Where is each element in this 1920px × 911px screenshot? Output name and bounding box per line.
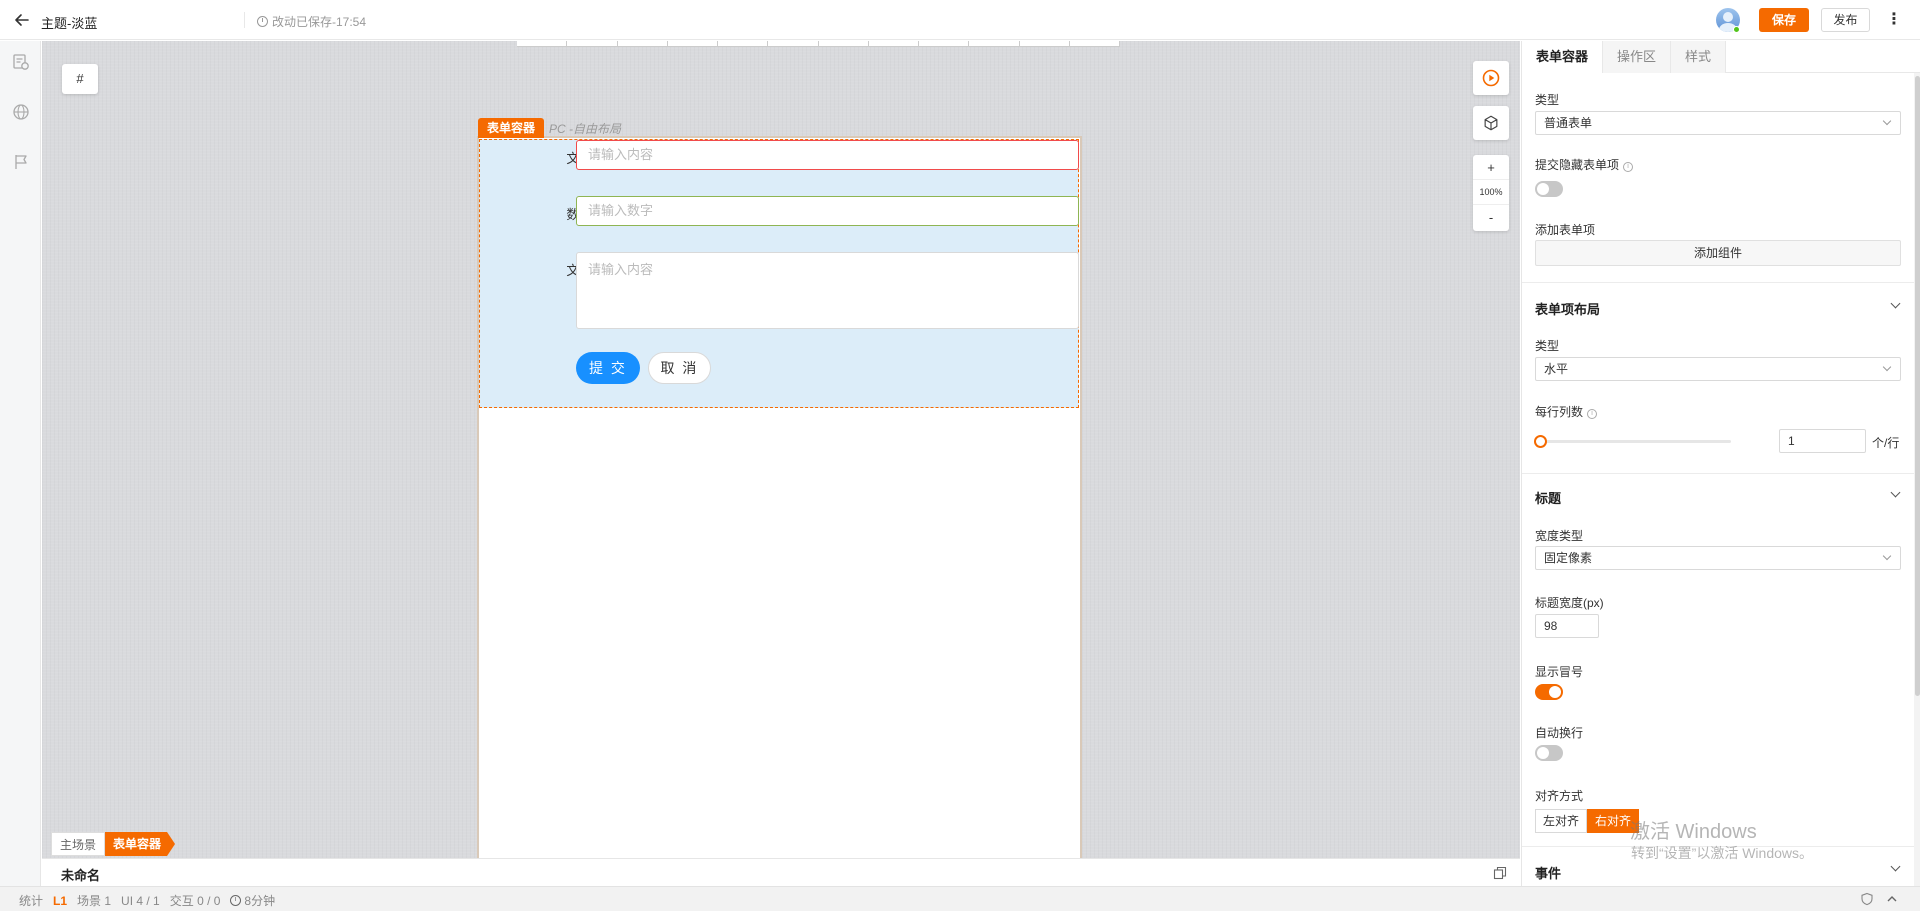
breadcrumb-form-container[interactable]: 表单容器 — [105, 832, 175, 856]
status-bar: 统计 L1 场景 1 UI 4 / 1 交互 0 / 0 8分钟 — [0, 886, 1920, 911]
elapsed-time: 8分钟 — [230, 892, 275, 909]
zoom-level: 100% — [1473, 180, 1509, 205]
title-section-title[interactable]: 标题 — [1535, 488, 1561, 507]
publish-button[interactable]: 发布 — [1821, 8, 1870, 32]
stats-label: 统计 — [19, 894, 44, 908]
properties-panel: 表单容器 操作区 样式 类型 普通表单 提交隐藏表单项 i 添加表单项 添加组件 … — [1521, 41, 1920, 886]
page-settings-icon[interactable] — [11, 52, 31, 72]
top-ruler — [517, 41, 1120, 47]
width-type-select[interactable]: 固定像素 — [1535, 546, 1901, 570]
layout-hint: PC -自由布局 — [549, 122, 622, 136]
breadcrumb-main-scene[interactable]: 主场景 — [51, 832, 106, 856]
columns-input[interactable]: 1 — [1779, 429, 1866, 453]
layout-type-select[interactable]: 水平 — [1535, 357, 1901, 381]
zoom-in-button[interactable]: + — [1473, 155, 1509, 180]
auto-wrap-label: 自动换行 — [1535, 726, 1584, 740]
hide-items-toggle[interactable] — [1535, 181, 1563, 197]
clock-icon — [230, 895, 242, 906]
design-canvas[interactable]: # + 100% - 表单容器 PC -自由布局 文本框: 请输入内容 数字框:… — [42, 41, 1520, 886]
layout-type-value: 水平 — [1544, 362, 1569, 376]
scene-name[interactable]: 未命名 — [61, 865, 100, 884]
globe-icon[interactable] — [11, 102, 31, 122]
ui-count: UI 4 / 1 — [121, 893, 160, 908]
play-circle-icon — [1482, 69, 1500, 87]
top-header: 主题-淡蓝 改动已保存-17:54 保存 发布 ⋮ — [0, 0, 1920, 40]
layout-type-label: 类型 — [1535, 339, 1560, 353]
textbox-input[interactable]: 请输入内容 — [576, 140, 1079, 170]
layout-section-title[interactable]: 表单项布局 — [1535, 299, 1600, 318]
add-component-button[interactable]: 添加组件 — [1535, 240, 1901, 266]
windows-watermark-title: 激活 Windows — [1630, 821, 1757, 843]
save-status-text: 改动已保存-17:54 — [272, 15, 367, 29]
left-sidebar — [0, 41, 41, 886]
align-left-button[interactable]: 左对齐 — [1535, 809, 1588, 833]
flag-icon[interactable] — [11, 152, 31, 172]
submit-button[interactable]: 提 交 — [576, 352, 640, 384]
zoom-control: + 100% - — [1473, 155, 1509, 231]
form-type-value: 普通表单 — [1544, 116, 1593, 130]
chevron-down-icon — [1882, 116, 1892, 126]
section-divider — [1522, 282, 1914, 283]
width-type-value: 固定像素 — [1544, 551, 1593, 565]
chevron-up-icon[interactable] — [1886, 893, 1900, 907]
more-vertical-icon[interactable]: ⋮ — [1886, 10, 1902, 30]
width-type-label: 宽度类型 — [1535, 529, 1584, 543]
textarea-input[interactable]: 请输入内容 — [576, 252, 1079, 329]
columns-slider-handle[interactable] — [1534, 435, 1547, 448]
align-segmented: 左对齐 右对齐 — [1535, 809, 1640, 833]
columns-slider-track[interactable] — [1545, 440, 1731, 443]
columns-unit: 个/行 — [1872, 436, 1900, 450]
chevron-down-icon[interactable] — [1890, 298, 1901, 309]
type-label: 类型 — [1535, 93, 1560, 107]
grid-toggle-button[interactable]: # — [62, 64, 98, 94]
show-colon-label: 显示冒号 — [1535, 665, 1584, 679]
panel-tabs: 表单容器 操作区 样式 — [1522, 41, 1920, 73]
online-status-dot — [1733, 26, 1740, 33]
preview-button[interactable] — [1473, 61, 1509, 95]
shield-icon[interactable] — [1860, 892, 1874, 906]
title-width-input[interactable]: 98 — [1535, 614, 1599, 638]
chevron-down-icon[interactable] — [1890, 861, 1901, 872]
breadcrumb: 主场景 表单容器 — [51, 832, 175, 856]
chevron-down-icon — [1882, 362, 1892, 372]
info-icon: i — [1623, 162, 1634, 172]
columns-label: 每行列数 i — [1535, 403, 1598, 420]
chevron-down-icon[interactable] — [1890, 487, 1901, 498]
scene-bar: 未命名 — [42, 858, 1520, 886]
align-label: 对齐方式 — [1535, 789, 1584, 803]
zoom-out-button[interactable]: - — [1473, 205, 1509, 230]
tab-style[interactable]: 样式 — [1671, 41, 1727, 73]
event-section-title[interactable]: 事件 — [1535, 863, 1561, 882]
cube-icon — [1484, 115, 1498, 131]
scene-count: 场景 1 — [77, 894, 112, 908]
hide-items-label: 提交隐藏表单项 i — [1535, 156, 1634, 173]
chevron-down-icon — [1882, 551, 1892, 561]
clock-icon — [257, 16, 268, 27]
interaction-count: 交互 0 / 0 — [169, 894, 221, 908]
info-icon: i — [1587, 409, 1598, 419]
elapsed-time-text: 8分钟 — [244, 894, 276, 908]
number-input[interactable]: 请输入数字 — [576, 196, 1079, 226]
level-indicator: L1 — [53, 893, 68, 908]
project-title: 主题-淡蓝 — [41, 16, 98, 31]
tab-action-area[interactable]: 操作区 — [1603, 41, 1672, 73]
section-divider — [1522, 473, 1914, 474]
add-item-label: 添加表单项 — [1535, 223, 1596, 237]
back-arrow-icon[interactable] — [12, 10, 32, 30]
form-type-select[interactable]: 普通表单 — [1535, 111, 1901, 135]
cancel-button[interactable]: 取 消 — [648, 352, 711, 384]
panel-scrollbar[interactable] — [1915, 76, 1920, 696]
tab-form-container[interactable]: 表单容器 — [1522, 41, 1604, 73]
auto-wrap-toggle[interactable] — [1535, 745, 1563, 761]
save-status: 改动已保存-17:54 — [257, 13, 366, 30]
status-items: 统计 L1 场景 1 UI 4 / 1 交互 0 / 0 8分钟 — [19, 892, 275, 909]
save-button[interactable]: 保存 — [1759, 8, 1809, 32]
header-divider — [244, 12, 245, 28]
title-width-label: 标题宽度(px) — [1535, 596, 1604, 610]
form-container-tag[interactable]: 表单容器 — [478, 118, 545, 138]
copy-icon[interactable] — [1493, 866, 1507, 880]
3d-view-button[interactable] — [1473, 106, 1509, 140]
show-colon-toggle[interactable] — [1535, 684, 1563, 700]
windows-watermark-subtitle: 转到“设置”以激活 Windows。 — [1631, 845, 1814, 861]
